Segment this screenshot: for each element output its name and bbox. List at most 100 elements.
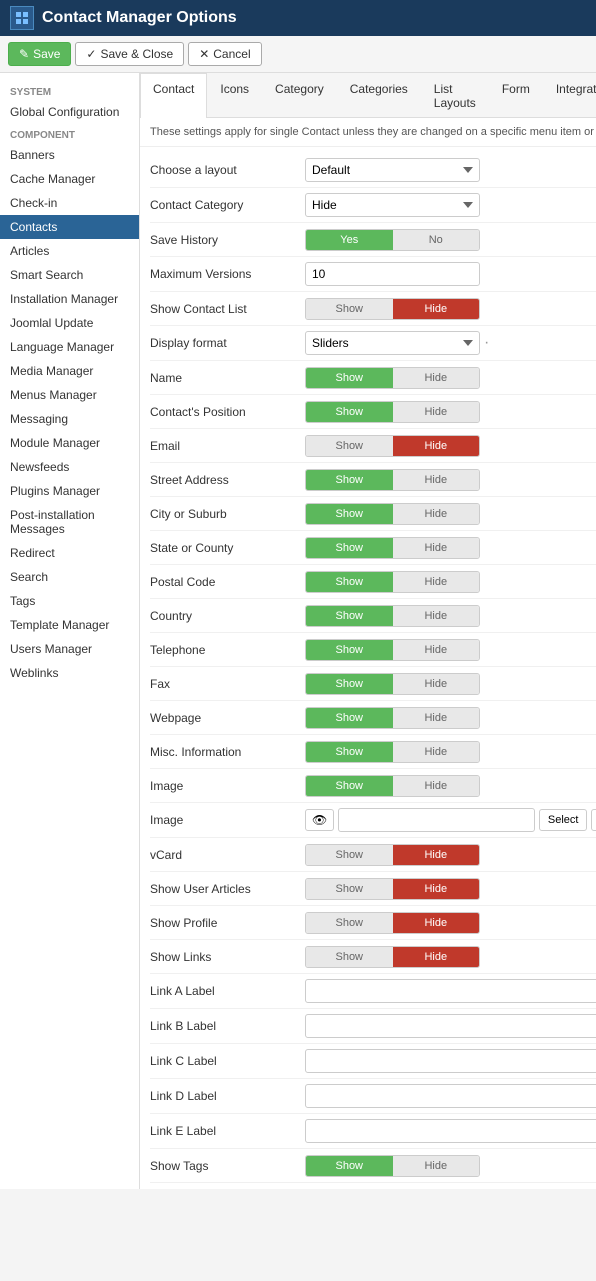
vcard-hide-button[interactable]: Hide [393,845,480,865]
country-row: Country Show Hide [150,599,596,633]
country-hide-button[interactable]: Hide [393,606,480,626]
sidebar-item-cache-manager[interactable]: Cache Manager [0,167,139,191]
sidebar-item-newsfeeds[interactable]: Newsfeeds [0,455,139,479]
link-d-input[interactable] [305,1084,596,1108]
webpage-hide-button[interactable]: Hide [393,708,480,728]
link-d-label: Link D Label [150,1089,305,1103]
show-contact-list-control: Show Hide [305,298,596,320]
sidebar-item-menus-manager[interactable]: Menus Manager [0,383,139,407]
sidebar-item-plugins-manager[interactable]: Plugins Manager [0,479,139,503]
sidebar-item-weblinks[interactable]: Weblinks [0,661,139,685]
show-profile-hide-button[interactable]: Hide [393,913,480,933]
webpage-show-button[interactable]: Show [306,708,393,728]
image-show-button[interactable]: Show [306,776,393,796]
postal-code-show-button[interactable]: Show [306,572,393,592]
sidebar-item-search[interactable]: Search [0,565,139,589]
display-format-select[interactable]: Sliders Tabs Plain [305,331,480,355]
name-hide-button[interactable]: Hide [393,368,480,388]
save-history-no-button[interactable]: No [393,230,480,250]
city-suburb-show-button[interactable]: Show [306,504,393,524]
sidebar-item-joomla-update[interactable]: Joomlal Update [0,311,139,335]
tab-form[interactable]: Form [489,73,543,118]
contacts-position-show-button[interactable]: Show [306,402,393,422]
sidebar-item-language-manager[interactable]: Language Manager [0,335,139,359]
sidebar-item-redirect[interactable]: Redirect [0,541,139,565]
link-e-input[interactable] [305,1119,596,1143]
link-a-input[interactable] [305,979,596,1003]
misc-info-show-button[interactable]: Show [306,742,393,762]
show-profile-show-button[interactable]: Show [306,913,393,933]
show-contact-list-hide-button[interactable]: Hide [393,299,480,319]
link-c-input[interactable] [305,1049,596,1073]
save-close-button[interactable]: ✓ Save & Close [75,42,184,66]
sidebar-item-banners[interactable]: Banners [0,143,139,167]
show-contact-list-toggle: Show Hide [305,298,480,320]
show-user-articles-label: Show User Articles [150,882,305,896]
telephone-hide-button[interactable]: Hide [393,640,480,660]
state-county-show-button[interactable]: Show [306,538,393,558]
image-clear-button[interactable]: ✕ [591,809,596,831]
tab-icons[interactable]: Icons [207,73,262,118]
sidebar-item-template-manager[interactable]: Template Manager [0,613,139,637]
tab-list-layouts[interactable]: List Layouts [421,73,489,118]
toolbar: ✎ Save ✓ Save & Close ✕ Cancel [0,36,596,73]
sidebar-item-media-manager[interactable]: Media Manager [0,359,139,383]
tab-integration[interactable]: Integration [543,73,596,118]
sidebar-item-messaging[interactable]: Messaging [0,407,139,431]
save-history-toggle: Yes No [305,229,480,251]
dot-indicator: · [484,334,489,352]
sidebar-item-tags[interactable]: Tags [0,589,139,613]
contacts-position-row: Contact's Position Show Hide [150,395,596,429]
show-tags-show-button[interactable]: Show [306,1156,393,1176]
show-user-articles-show-button[interactable]: Show [306,879,393,899]
email-control: Show Hide [305,435,596,457]
show-links-hide-button[interactable]: Hide [393,947,480,967]
show-tags-hide-button[interactable]: Hide [393,1156,480,1176]
sidebar-item-global-configuration[interactable]: Global Configuration [0,100,139,124]
misc-info-hide-button[interactable]: Hide [393,742,480,762]
sidebar-item-users-manager[interactable]: Users Manager [0,637,139,661]
show-links-show-button[interactable]: Show [306,947,393,967]
image-preview-button[interactable]: 👁 [305,809,334,831]
sidebar-item-module-manager[interactable]: Module Manager [0,431,139,455]
sidebar-item-smart-search[interactable]: Smart Search [0,263,139,287]
maximum-versions-input[interactable] [305,262,480,286]
sidebar-item-check-in[interactable]: Check-in [0,191,139,215]
state-county-row: State or County Show Hide [150,531,596,565]
sidebar-item-installation-manager[interactable]: Installation Manager [0,287,139,311]
image-hide-button[interactable]: Hide [393,776,480,796]
state-county-hide-button[interactable]: Hide [393,538,480,558]
name-show-button[interactable]: Show [306,368,393,388]
app-header: Contact Manager Options [0,0,596,36]
vcard-show-button[interactable]: Show [306,845,393,865]
city-suburb-hide-button[interactable]: Hide [393,504,480,524]
fax-label: Fax [150,677,305,691]
link-b-input[interactable] [305,1014,596,1038]
save-history-yes-button[interactable]: Yes [306,230,393,250]
email-hide-button[interactable]: Hide [393,436,480,456]
sidebar-item-articles[interactable]: Articles [0,239,139,263]
fax-hide-button[interactable]: Hide [393,674,480,694]
sidebar-item-contacts[interactable]: Contacts [0,215,139,239]
contact-category-select[interactable]: Hide Show [305,193,480,217]
street-address-hide-button[interactable]: Hide [393,470,480,490]
image-path-input[interactable] [338,808,535,832]
postal-code-hide-button[interactable]: Hide [393,572,480,592]
show-contact-list-show-button[interactable]: Show [306,299,393,319]
email-show-button[interactable]: Show [306,436,393,456]
tab-contact[interactable]: Contact [140,73,207,118]
save-button[interactable]: ✎ Save [8,42,71,66]
telephone-show-button[interactable]: Show [306,640,393,660]
tab-category[interactable]: Category [262,73,337,118]
cancel-button[interactable]: ✕ Cancel [188,42,261,66]
tab-categories[interactable]: Categories [337,73,421,118]
street-address-show-button[interactable]: Show [306,470,393,490]
image-select-button[interactable]: Select [539,809,588,831]
choose-layout-select[interactable]: Default [305,158,480,182]
show-user-articles-hide-button[interactable]: Hide [393,879,480,899]
contacts-position-hide-button[interactable]: Hide [393,402,480,422]
contacts-position-label: Contact's Position [150,405,305,419]
fax-show-button[interactable]: Show [306,674,393,694]
sidebar-item-post-installation[interactable]: Post-installation Messages [0,503,139,541]
country-show-button[interactable]: Show [306,606,393,626]
